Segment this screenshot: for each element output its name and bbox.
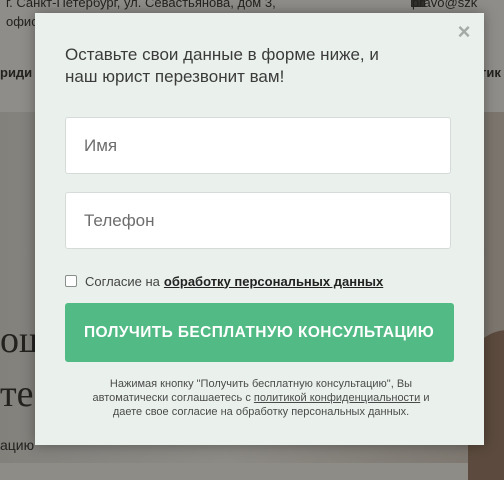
consent-checkbox[interactable] [65,275,77,287]
consent-label: Согласие на [85,273,160,289]
legal-notice: Нажимая кнопку "Получить бесплатную конс… [83,377,439,419]
close-icon[interactable]: × [455,21,473,43]
privacy-policy-link[interactable]: политикой конфиденциальности [254,392,420,404]
background-nav-item-left: риди [0,65,33,80]
personal-data-link[interactable]: обработку персональных данных [164,274,383,289]
modal-title: Оставьте свои данные в форме ниже, и наш… [65,45,379,86]
background-hero-title-line2: те [0,373,34,415]
consent-row: Согласие на обработку персональных данны… [65,273,383,289]
name-input[interactable] [65,117,451,174]
get-consultation-button[interactable]: ПОЛУЧИТЬ БЕСПЛАТНУЮ КОНСУЛЬТАЦИЮ [65,303,454,362]
background-address-office: офис [6,14,38,29]
background-address: г. Санкт-Петербург, ул. Севастьянова, до… [6,0,276,10]
callback-modal: × Оставьте свои данные в форме ниже, и н… [35,13,484,445]
background-hero-subtitle: ацию [0,437,35,453]
background-email: pravo@szk [412,0,478,10]
phone-input[interactable] [65,192,451,249]
